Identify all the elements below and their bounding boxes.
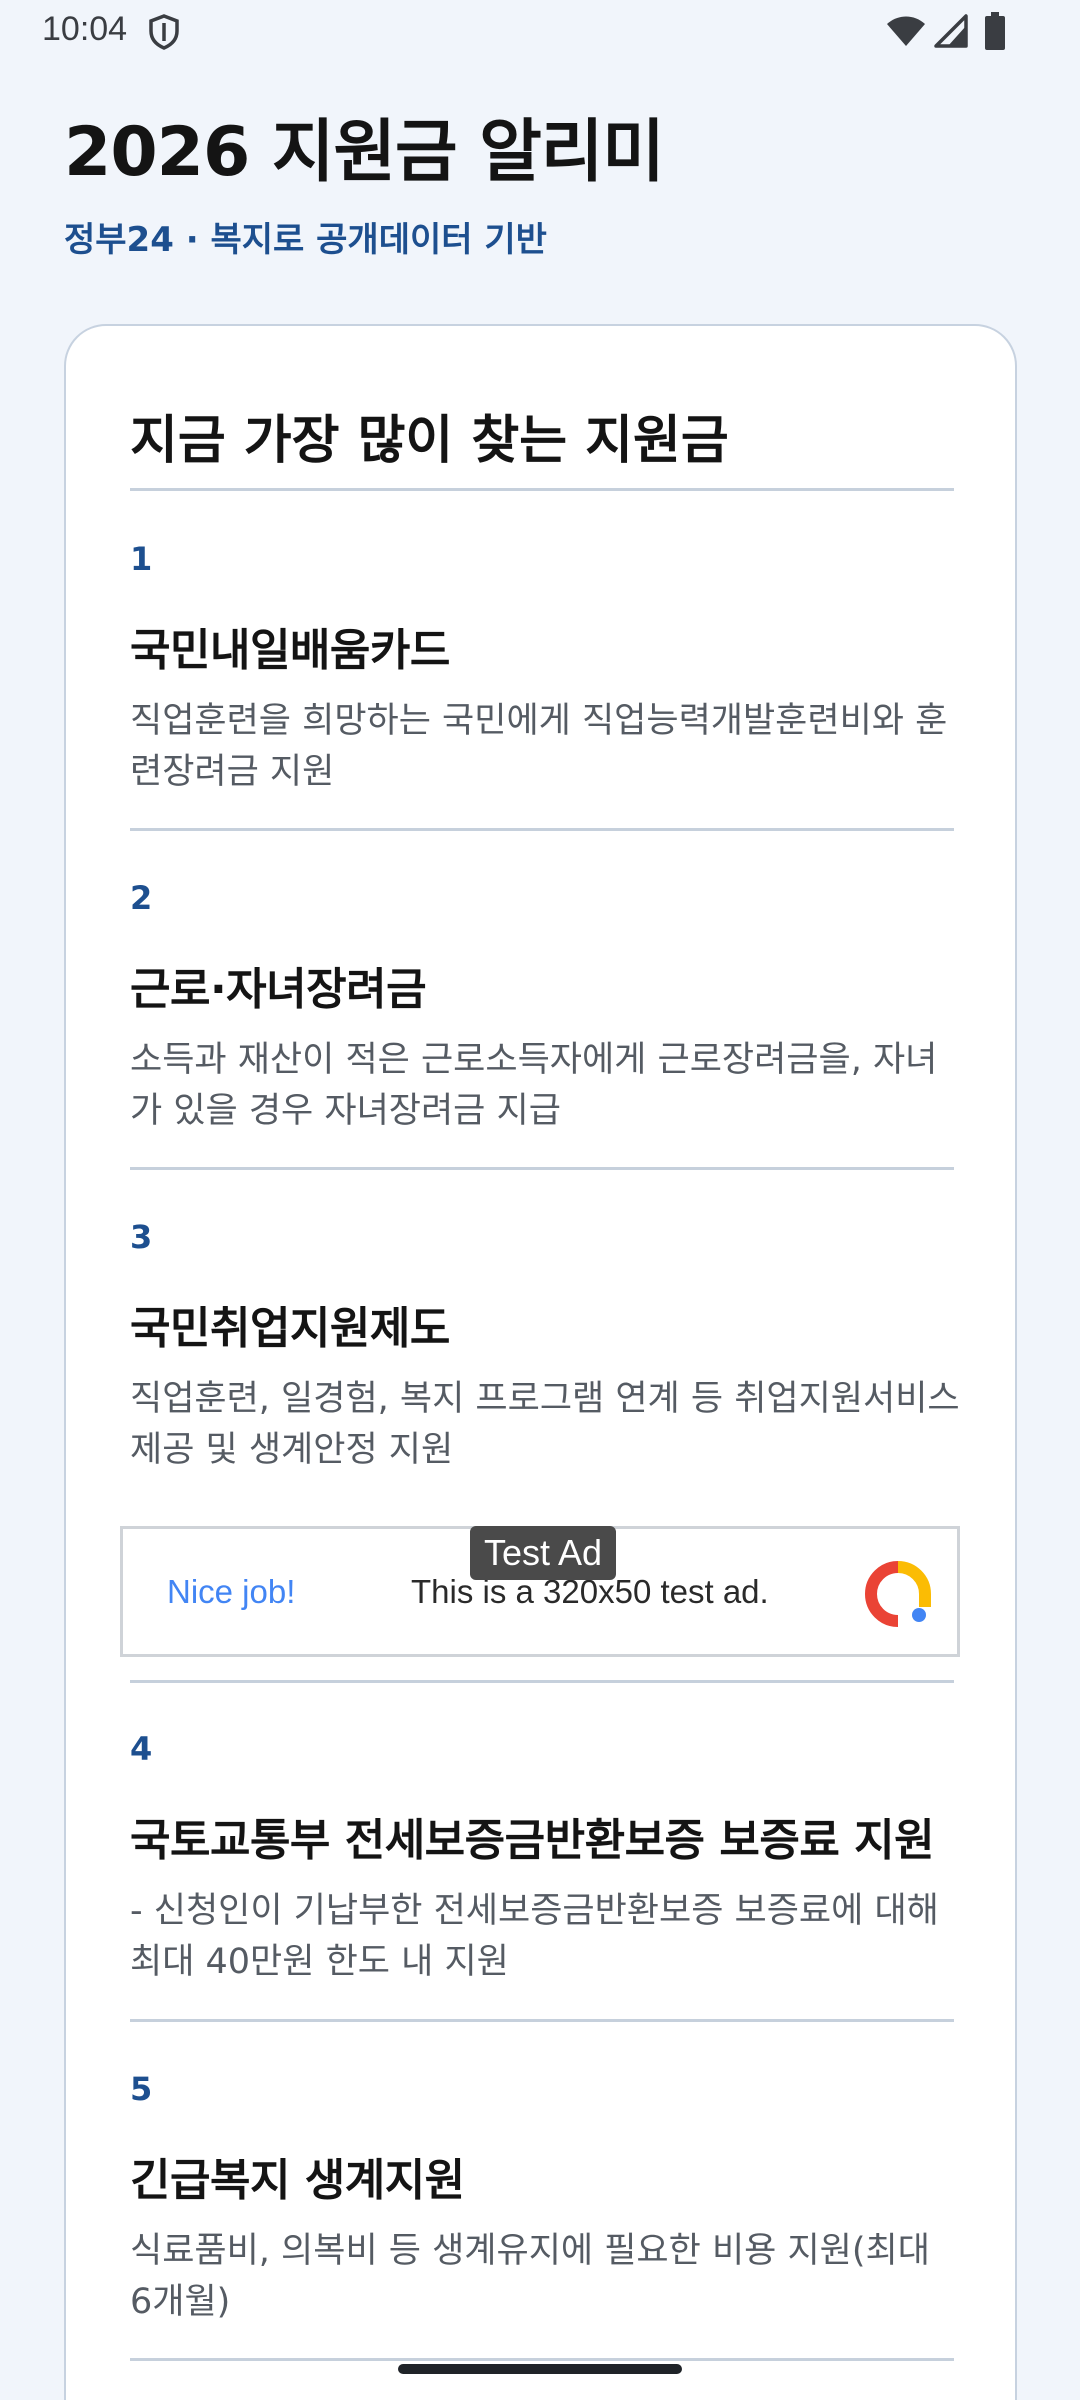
item-description: 소득과 재산이 적은 근로소득자에게 근로장려금을, 자녀가 있을 경우 자녀장… <box>130 1040 938 1131</box>
test-ad-label: Test Ad <box>470 1526 617 1580</box>
list-item[interactable]: 3 국민취업지원제도 직업훈련, 일경험, 복지 프로그램 연계 등 취업지원서… <box>130 1218 960 1476</box>
item-title: 국민내일배움카드 <box>130 625 450 676</box>
item-title: 긴급복지 생계지원 <box>130 2155 465 2206</box>
item-title: 근로·자녀장려금 <box>130 964 427 1015</box>
page-subtitle: 정부24 · 복지로 공개데이터 기반 <box>64 220 547 260</box>
divider <box>130 2019 954 2022</box>
signal-icon <box>934 14 968 48</box>
home-indicator[interactable] <box>398 2364 682 2374</box>
wifi-icon <box>887 16 925 46</box>
divider <box>130 1680 954 1683</box>
item-rank: 5 <box>130 2070 153 2108</box>
ad-headline: Nice job! <box>167 1573 296 1610</box>
battery-icon <box>985 12 1005 50</box>
popular-subsidies-card: 지금 가장 많이 찾는 지원금 1 국민내일배움카드 직업훈련을 희망하는 국민… <box>64 324 1017 2400</box>
item-title: 국토교통부 전세보증금반환보증 보증료 지원 <box>130 1815 935 1866</box>
item-rank: 3 <box>130 1218 153 1256</box>
admob-logo-icon <box>865 1561 931 1627</box>
item-rank: 2 <box>130 879 153 917</box>
divider <box>130 828 954 831</box>
item-description: 직업훈련을 희망하는 국민에게 직업능력개발훈련비와 훈련장려금 지원 <box>130 701 948 792</box>
shield-icon <box>149 14 179 50</box>
status-bar: 10:04 <box>0 0 1080 62</box>
divider <box>130 2358 954 2361</box>
item-description: 직업훈련, 일경험, 복지 프로그램 연계 등 취업지원서비스 제공 및 생계안… <box>130 1379 960 1470</box>
item-description: 식료품비, 의복비 등 생계유지에 필요한 비용 지원(최대 6개월) <box>130 2231 930 2322</box>
item-description: - 신청인이 기납부한 전세보증금반환보증 보증료에 대해 최대 40만원 한도… <box>130 1891 939 1982</box>
divider <box>130 488 954 491</box>
card-title: 지금 가장 많이 찾는 지원금 <box>130 411 729 471</box>
item-title: 국민취업지원제도 <box>130 1303 450 1354</box>
status-time: 10:04 <box>42 10 128 48</box>
list-item[interactable]: 2 근로·자녀장려금 소득과 재산이 적은 근로소득자에게 근로장려금을, 자녀… <box>130 879 960 1137</box>
page-title: 2026 지원금 알리미 <box>64 113 665 192</box>
list-item[interactable]: 1 국민내일배움카드 직업훈련을 희망하는 국민에게 직업능력개발훈련비와 훈련… <box>130 540 960 798</box>
list-item[interactable]: 5 긴급복지 생계지원 식료품비, 의복비 등 생계유지에 필요한 비용 지원(… <box>130 2070 960 2328</box>
divider <box>130 1167 954 1170</box>
list-item[interactable]: 4 국토교통부 전세보증금반환보증 보증료 지원 - 신청인이 기납부한 전세보… <box>130 1730 960 1988</box>
item-rank: 1 <box>130 540 153 578</box>
item-rank: 4 <box>130 1730 153 1768</box>
